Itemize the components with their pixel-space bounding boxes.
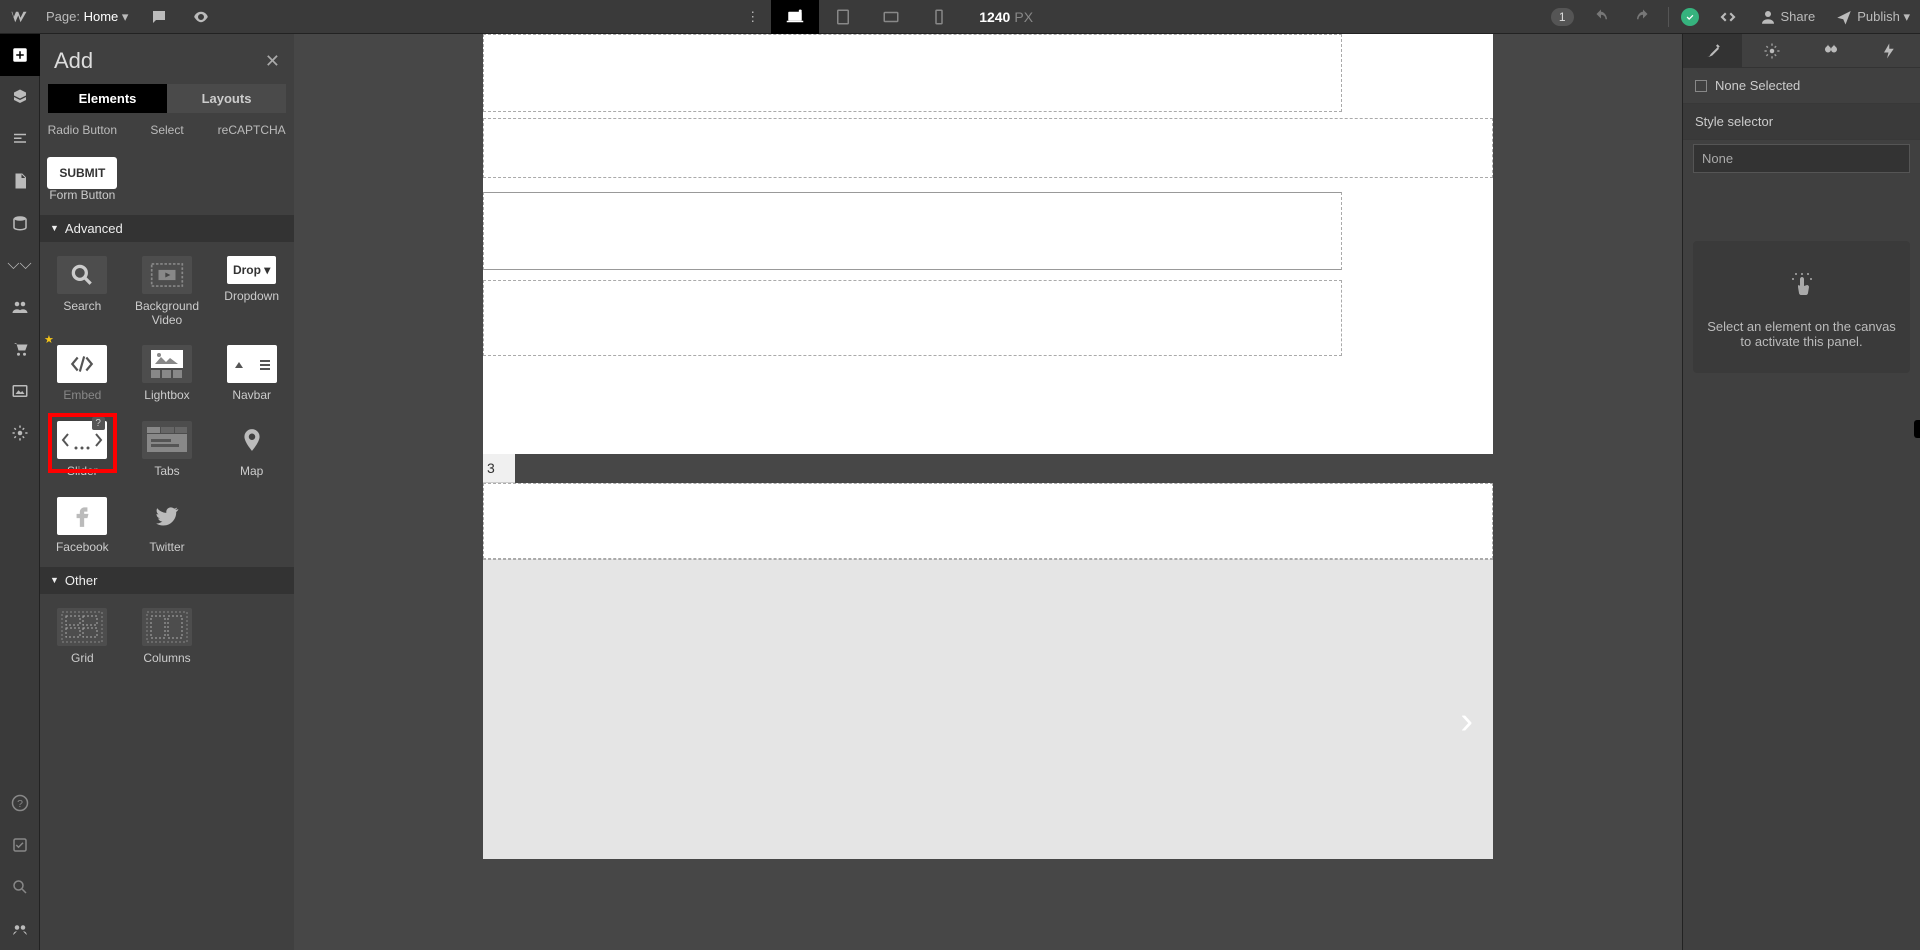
- page-name: Home: [84, 9, 119, 24]
- recaptcha-label: reCAPTCHA: [209, 123, 294, 137]
- canvas-tab-label[interactable]: 3: [483, 454, 515, 483]
- audit-button[interactable]: [0, 824, 40, 866]
- element-embed[interactable]: ★ Embed: [40, 335, 125, 411]
- svg-text:?: ?: [17, 798, 23, 810]
- element-dropdown[interactable]: Drop ▾ Dropdown: [209, 246, 294, 336]
- canvas-block[interactable]: [483, 118, 1493, 178]
- style-panel-empty-state: Select an element on the canvas to activ…: [1693, 241, 1910, 373]
- pages-button[interactable]: [0, 160, 40, 202]
- help-badge[interactable]: ?: [92, 417, 105, 430]
- search-button[interactable]: [0, 866, 40, 908]
- users-button[interactable]: [0, 286, 40, 328]
- style-selector-label: Style selector: [1683, 104, 1920, 140]
- style-manager-tab[interactable]: [1802, 34, 1861, 67]
- settings-button[interactable]: [0, 412, 40, 454]
- select-label: Select: [125, 123, 210, 137]
- cms-button[interactable]: [0, 202, 40, 244]
- style-selector-input[interactable]: None: [1693, 144, 1910, 173]
- navigator-button[interactable]: [0, 76, 40, 118]
- publish-button[interactable]: Publish ▾: [1825, 0, 1920, 33]
- section-advanced[interactable]: Advanced: [40, 215, 294, 242]
- ecommerce-button[interactable]: ⌵⌵: [0, 244, 40, 286]
- element-search[interactable]: Search: [40, 246, 125, 336]
- redo-button[interactable]: [1622, 0, 1664, 33]
- more-icon[interactable]: ⋮: [734, 0, 771, 33]
- styles-tab[interactable]: [1683, 34, 1742, 67]
- submit-chip: SUBMIT: [47, 157, 117, 189]
- share-button[interactable]: Share: [1749, 0, 1826, 33]
- changes-badge[interactable]: 1: [1551, 8, 1574, 26]
- element-slider[interactable]: ? Slider: [40, 411, 125, 487]
- canvas-block[interactable]: [483, 34, 1342, 112]
- interactions-tab[interactable]: [1861, 34, 1920, 67]
- element-columns[interactable]: Columns: [125, 598, 210, 674]
- mobile-breakpoint-button[interactable]: [915, 0, 963, 34]
- radio-label: Radio Button: [40, 123, 125, 137]
- landscape-breakpoint-button[interactable]: [867, 0, 915, 34]
- page-selector[interactable]: Page: Home ▾: [36, 0, 138, 33]
- canvas-slider[interactable]: ›: [483, 559, 1493, 859]
- element-navbar[interactable]: Navbar: [209, 335, 294, 411]
- undo-button[interactable]: [1580, 0, 1622, 33]
- settings-tab[interactable]: [1742, 34, 1801, 67]
- star-icon: ★: [44, 333, 54, 346]
- add-panel: Add ✕ Elements Layouts Radio Button Sele…: [40, 34, 294, 950]
- left-rail: ⌵⌵ ?: [0, 34, 40, 950]
- element-background-video[interactable]: Background Video: [125, 246, 210, 336]
- pointer-icon: [1707, 271, 1896, 305]
- cart-button[interactable]: [0, 328, 40, 370]
- element-tabs[interactable]: Tabs: [125, 411, 210, 487]
- chevron-right-icon[interactable]: ›: [1460, 700, 1473, 743]
- element-grid[interactable]: Grid: [40, 598, 125, 674]
- tablet-breakpoint-button[interactable]: [819, 0, 867, 34]
- desktop-breakpoint-button[interactable]: [771, 0, 819, 34]
- style-panel: None Selected Style selector None Select…: [1682, 34, 1920, 950]
- section-other[interactable]: Other: [40, 567, 294, 594]
- page-label: Page:: [46, 9, 80, 24]
- add-panel-title: Add: [54, 48, 93, 74]
- canvas-width-display[interactable]: 1240PX: [979, 9, 1033, 25]
- status-ok-icon[interactable]: [1681, 8, 1699, 26]
- help-button[interactable]: ?: [0, 782, 40, 824]
- element-twitter[interactable]: Twitter: [125, 487, 210, 563]
- webflow-logo-icon[interactable]: [2, 0, 36, 34]
- checkbox-icon: [1695, 80, 1707, 92]
- tab-elements[interactable]: Elements: [48, 84, 167, 113]
- elements-scroll[interactable]: Radio Button Select reCAPTCHA SUBMIT For…: [40, 121, 294, 950]
- comments-icon[interactable]: [138, 0, 180, 33]
- collab-button[interactable]: [0, 908, 40, 950]
- tab-layouts[interactable]: Layouts: [167, 84, 286, 113]
- navigator-list-button[interactable]: [0, 118, 40, 160]
- close-icon[interactable]: ✕: [265, 51, 280, 72]
- canvas-block[interactable]: [483, 280, 1342, 356]
- code-export-icon[interactable]: [1707, 0, 1749, 33]
- element-form-button[interactable]: SUBMIT Form Button: [40, 147, 125, 211]
- canvas-area[interactable]: 3 ›: [294, 34, 1682, 950]
- canvas[interactable]: 3 ›: [483, 34, 1493, 950]
- element-lightbox[interactable]: Lightbox: [125, 335, 210, 411]
- selection-row: None Selected: [1683, 68, 1920, 104]
- element-map[interactable]: Map: [209, 411, 294, 487]
- edge-handle[interactable]: [1914, 420, 1920, 438]
- element-facebook[interactable]: Facebook: [40, 487, 125, 563]
- topbar: Page: Home ▾ ⋮: [0, 0, 1920, 34]
- assets-button[interactable]: [0, 370, 40, 412]
- canvas-block[interactable]: [483, 192, 1342, 270]
- canvas-block[interactable]: [483, 483, 1493, 559]
- preview-icon[interactable]: [180, 0, 222, 33]
- add-panel-button[interactable]: [0, 34, 40, 76]
